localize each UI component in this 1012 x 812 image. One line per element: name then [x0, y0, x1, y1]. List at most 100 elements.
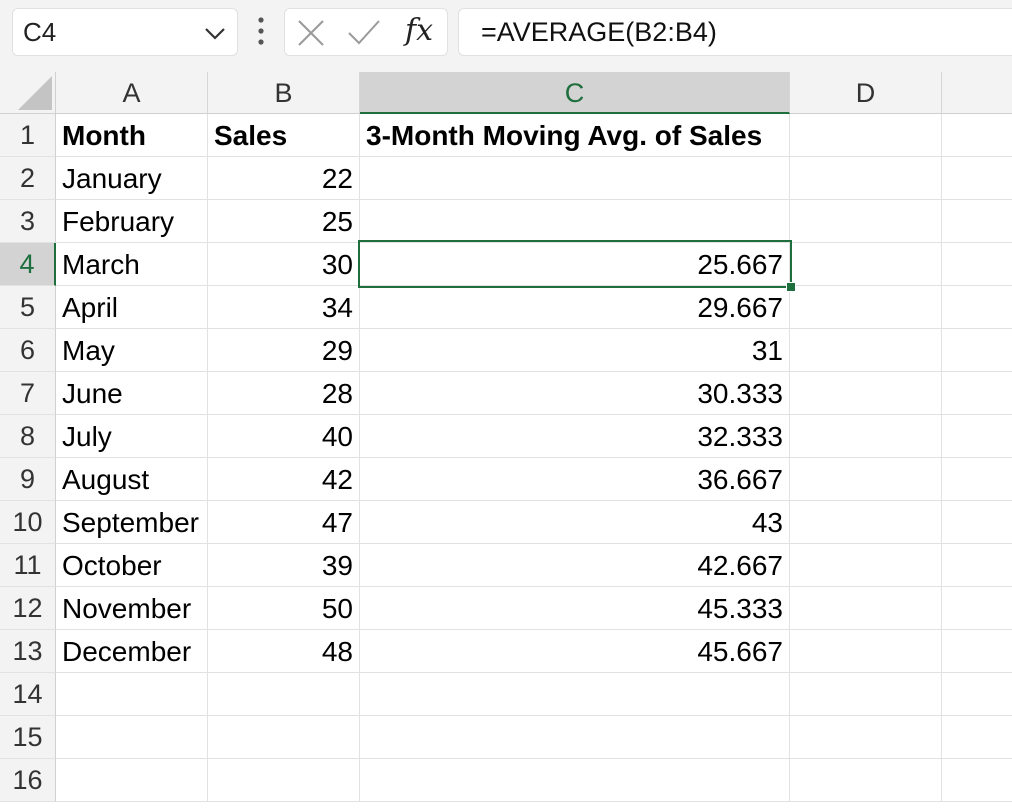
row-header[interactable]: 16: [0, 759, 56, 802]
row-header[interactable]: 7: [0, 372, 56, 415]
cell-d-1[interactable]: [790, 114, 942, 157]
row-header[interactable]: 4: [0, 243, 56, 286]
cell-a-11[interactable]: October: [56, 544, 208, 587]
cell-d-12[interactable]: [790, 587, 942, 630]
column-header-d[interactable]: D: [790, 72, 942, 114]
cell-c-10[interactable]: 43: [360, 501, 790, 544]
cell-e-11[interactable]: [942, 544, 1012, 587]
checkmark-icon[interactable]: [347, 19, 381, 47]
cell-a-5[interactable]: April: [56, 286, 208, 329]
cell-c-1[interactable]: 3-Month Moving Avg. of Sales: [360, 114, 790, 157]
cell-e-10[interactable]: [942, 501, 1012, 544]
row-header[interactable]: 2: [0, 157, 56, 200]
cell-d-3[interactable]: [790, 200, 942, 243]
column-header-a[interactable]: A: [56, 72, 208, 114]
cell-a-9[interactable]: August: [56, 458, 208, 501]
cell-c-15[interactable]: [360, 716, 790, 759]
cell-d-6[interactable]: [790, 329, 942, 372]
row-header[interactable]: 15: [0, 716, 56, 759]
cell-d-14[interactable]: [790, 673, 942, 716]
cell-c-3[interactable]: [360, 200, 790, 243]
cell-b-12[interactable]: 50: [208, 587, 360, 630]
cell-e-13[interactable]: [942, 630, 1012, 673]
cell-d-5[interactable]: [790, 286, 942, 329]
row-header[interactable]: 10: [0, 501, 56, 544]
cell-a-6[interactable]: May: [56, 329, 208, 372]
cell-d-9[interactable]: [790, 458, 942, 501]
cell-d-11[interactable]: [790, 544, 942, 587]
cell-e-14[interactable]: [942, 673, 1012, 716]
cell-c-5[interactable]: 29.667: [360, 286, 790, 329]
row-header[interactable]: 1: [0, 114, 56, 157]
row-header[interactable]: 11: [0, 544, 56, 587]
cell-d-15[interactable]: [790, 716, 942, 759]
cell-c-2[interactable]: [360, 157, 790, 200]
row-header[interactable]: 8: [0, 415, 56, 458]
row-header[interactable]: 14: [0, 673, 56, 716]
cell-d-7[interactable]: [790, 372, 942, 415]
cell-d-10[interactable]: [790, 501, 942, 544]
formula-input[interactable]: =AVERAGE(B2:B4): [458, 8, 1012, 56]
cell-e-12[interactable]: [942, 587, 1012, 630]
cell-b-1[interactable]: Sales: [208, 114, 360, 157]
cell-b-8[interactable]: 40: [208, 415, 360, 458]
cell-b-14[interactable]: [208, 673, 360, 716]
cell-d-16[interactable]: [790, 759, 942, 802]
name-box[interactable]: C4: [12, 8, 238, 56]
cell-a-13[interactable]: December: [56, 630, 208, 673]
cell-c-13[interactable]: 45.667: [360, 630, 790, 673]
cell-a-16[interactable]: [56, 759, 208, 802]
cell-b-15[interactable]: [208, 716, 360, 759]
row-header[interactable]: 3: [0, 200, 56, 243]
fx-icon[interactable]: fx: [405, 13, 433, 48]
cell-a-2[interactable]: January: [56, 157, 208, 200]
cell-b-6[interactable]: 29: [208, 329, 360, 372]
cell-c-8[interactable]: 32.333: [360, 415, 790, 458]
row-header[interactable]: 5: [0, 286, 56, 329]
cell-a-8[interactable]: July: [56, 415, 208, 458]
cell-b-5[interactable]: 34: [208, 286, 360, 329]
cell-b-10[interactable]: 47: [208, 501, 360, 544]
column-header-b[interactable]: B: [208, 72, 360, 114]
cell-a-10[interactable]: September: [56, 501, 208, 544]
cell-e-4[interactable]: [942, 243, 1012, 286]
cell-a-3[interactable]: February: [56, 200, 208, 243]
cell-c-16[interactable]: [360, 759, 790, 802]
cell-a-12[interactable]: November: [56, 587, 208, 630]
cell-c-11[interactable]: 42.667: [360, 544, 790, 587]
cell-e-7[interactable]: [942, 372, 1012, 415]
cell-a-14[interactable]: [56, 673, 208, 716]
cell-e-8[interactable]: [942, 415, 1012, 458]
cell-e-16[interactable]: [942, 759, 1012, 802]
cell-e-5[interactable]: [942, 286, 1012, 329]
row-header[interactable]: 12: [0, 587, 56, 630]
cell-d-2[interactable]: [790, 157, 942, 200]
row-header[interactable]: 6: [0, 329, 56, 372]
row-header[interactable]: 13: [0, 630, 56, 673]
column-header-next[interactable]: [942, 72, 1012, 114]
cell-b-13[interactable]: 48: [208, 630, 360, 673]
cancel-x-icon[interactable]: [297, 19, 325, 47]
cell-e-6[interactable]: [942, 329, 1012, 372]
cell-c-6[interactable]: 31: [360, 329, 790, 372]
cell-b-11[interactable]: 39: [208, 544, 360, 587]
cell-e-15[interactable]: [942, 716, 1012, 759]
cell-c-12[interactable]: 45.333: [360, 587, 790, 630]
cell-e-9[interactable]: [942, 458, 1012, 501]
cell-b-2[interactable]: 22: [208, 157, 360, 200]
cell-b-7[interactable]: 28: [208, 372, 360, 415]
chevron-down-icon[interactable]: [203, 21, 227, 45]
cell-b-9[interactable]: 42: [208, 458, 360, 501]
cell-e-1[interactable]: [942, 114, 1012, 157]
select-all-button[interactable]: [0, 72, 56, 114]
vertical-dots-icon[interactable]: [254, 14, 268, 48]
cell-a-1[interactable]: Month: [56, 114, 208, 157]
cell-d-8[interactable]: [790, 415, 942, 458]
cell-c-7[interactable]: 30.333: [360, 372, 790, 415]
cell-b-3[interactable]: 25: [208, 200, 360, 243]
cell-c-9[interactable]: 36.667: [360, 458, 790, 501]
cell-b-16[interactable]: [208, 759, 360, 802]
cell-d-13[interactable]: [790, 630, 942, 673]
cell-a-15[interactable]: [56, 716, 208, 759]
cell-b-4[interactable]: 30: [208, 243, 360, 286]
